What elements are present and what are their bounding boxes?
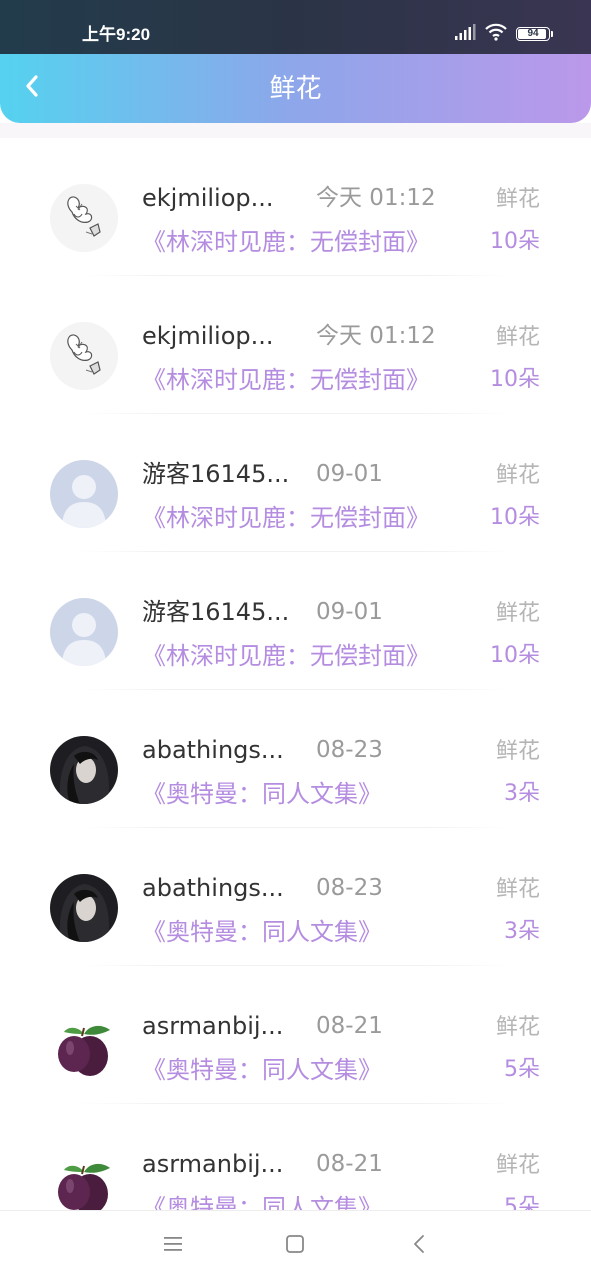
- book-title-link[interactable]: 《林深时见鹿：无偿封面》: [142, 363, 430, 397]
- record-time: 08-23: [316, 737, 383, 763]
- user-avatar[interactable]: [50, 184, 118, 252]
- gift-type-label: 鲜花: [495, 739, 540, 764]
- user-avatar[interactable]: [50, 874, 118, 942]
- record-time: 09-01: [316, 599, 383, 625]
- username[interactable]: 游客16145...: [142, 596, 290, 628]
- flower-record-row[interactable]: asrmanbij... 08-21 鲜花《奥特曼：同人文集》 5朵: [0, 966, 591, 1104]
- gift-type-label: 鲜花: [495, 1015, 540, 1040]
- flower-record-list: ekjmiliop... 今天 01:12 鲜花 《林深时见鹿：无偿封面》 10朵 ekj…: [0, 138, 591, 1210]
- book-title-link[interactable]: 《林深时见鹿：无偿封面》: [142, 639, 430, 673]
- username[interactable]: 游客16145...: [142, 458, 290, 490]
- username[interactable]: abathings...: [142, 872, 290, 904]
- battery-level: 94: [527, 28, 539, 39]
- battery-icon: 94: [516, 27, 550, 41]
- menu-button[interactable]: [158, 1231, 188, 1261]
- username[interactable]: asrmanbij...: [142, 1010, 290, 1042]
- record-time: 今天 01:12: [316, 185, 436, 211]
- user-avatar[interactable]: [50, 1150, 118, 1210]
- book-title-link[interactable]: 《奥特曼：同人文集》: [142, 1053, 382, 1087]
- user-avatar[interactable]: [50, 322, 118, 390]
- book-title-link[interactable]: 《奥特曼：同人文集》: [142, 777, 382, 811]
- flower-count: 10朵: [490, 229, 540, 254]
- header-divider-band: [0, 123, 591, 138]
- flower-record-row[interactable]: 游客16145... 09-01 鲜花《林深时见鹿：无偿封面》 10朵: [0, 414, 591, 552]
- flower-count: 10朵: [490, 505, 540, 530]
- signal-icon: [454, 24, 476, 44]
- status-time: 上午9:20: [82, 25, 151, 44]
- gift-type-label: 鲜花: [495, 601, 540, 626]
- record-time: 08-23: [316, 875, 383, 901]
- flower-record-row[interactable]: abathings... 08-23 鲜花《奥特曼：同人文集》 3朵: [0, 690, 591, 828]
- system-nav-bar: [0, 1210, 591, 1280]
- gift-type-label: 鲜花: [495, 187, 540, 212]
- user-avatar[interactable]: [50, 598, 118, 666]
- flower-count: 3朵: [504, 781, 540, 806]
- username[interactable]: ekjmiliop...: [142, 182, 290, 214]
- book-title-link[interactable]: 《林深时见鹿：无偿封面》: [142, 501, 430, 535]
- flower-count: 3朵: [504, 919, 540, 944]
- username[interactable]: asrmanbij...: [142, 1148, 290, 1180]
- battery-tip: [551, 31, 553, 37]
- status-bar: 上午9:20 94: [0, 0, 591, 54]
- home-square-icon: [285, 1234, 305, 1258]
- flower-count: 10朵: [490, 367, 540, 392]
- system-back-button[interactable]: [404, 1231, 434, 1261]
- page-title: 鲜花: [269, 74, 322, 104]
- user-avatar[interactable]: [50, 460, 118, 528]
- flower-record-row[interactable]: 游客16145... 09-01 鲜花《林深时见鹿：无偿封面》 10朵: [0, 552, 591, 690]
- record-time: 08-21: [316, 1151, 383, 1177]
- wifi-icon: [484, 23, 508, 45]
- flower-count: 10朵: [490, 643, 540, 668]
- book-title-link[interactable]: 《奥特曼：同人文集》: [142, 915, 382, 949]
- flower-record-row[interactable]: ekjmiliop... 今天 01:12 鲜花《林深时见鹿：无偿封面》 10朵: [0, 138, 591, 276]
- status-icons: 94: [454, 22, 553, 46]
- menu-icon: [163, 1235, 183, 1257]
- record-time: 08-21: [316, 1013, 383, 1039]
- flower-record-row[interactable]: asrmanbij... 08-21 鲜花《奥特曼：同人文集》 5朵: [0, 1104, 591, 1210]
- gift-type-label: 鲜花: [495, 325, 540, 350]
- record-time: 09-01: [316, 461, 383, 487]
- username[interactable]: abathings...: [142, 734, 290, 766]
- user-avatar[interactable]: [50, 736, 118, 804]
- gift-type-label: 鲜花: [495, 1153, 540, 1178]
- gift-type-label: 鲜花: [495, 877, 540, 902]
- user-avatar[interactable]: [50, 1012, 118, 1080]
- flower-record-row[interactable]: ekjmiliop... 今天 01:12 鲜花《林深时见鹿：无偿封面》 10朵: [0, 276, 591, 414]
- book-title-link[interactable]: 《林深时见鹿：无偿封面》: [142, 225, 430, 259]
- home-button[interactable]: [280, 1231, 310, 1261]
- record-time: 今天 01:12: [316, 323, 436, 349]
- top-gradient-area: 上午9:20 94 鲜花: [0, 0, 591, 123]
- flower-count: 5朵: [504, 1195, 540, 1210]
- book-title-link[interactable]: 《奥特曼：同人文集》: [142, 1191, 382, 1210]
- header: 鲜花: [0, 54, 591, 123]
- back-triangle-icon: [412, 1234, 426, 1258]
- app-screen: 上午9:20 94 鲜花 ekjmiliop... 今天 01:12 鲜花 《林…: [0, 0, 591, 1280]
- username[interactable]: ekjmiliop...: [142, 320, 290, 352]
- flower-count: 5朵: [504, 1057, 540, 1082]
- flower-record-row[interactable]: abathings... 08-23 鲜花《奥特曼：同人文集》 3朵: [0, 828, 591, 966]
- gift-type-label: 鲜花: [495, 463, 540, 488]
